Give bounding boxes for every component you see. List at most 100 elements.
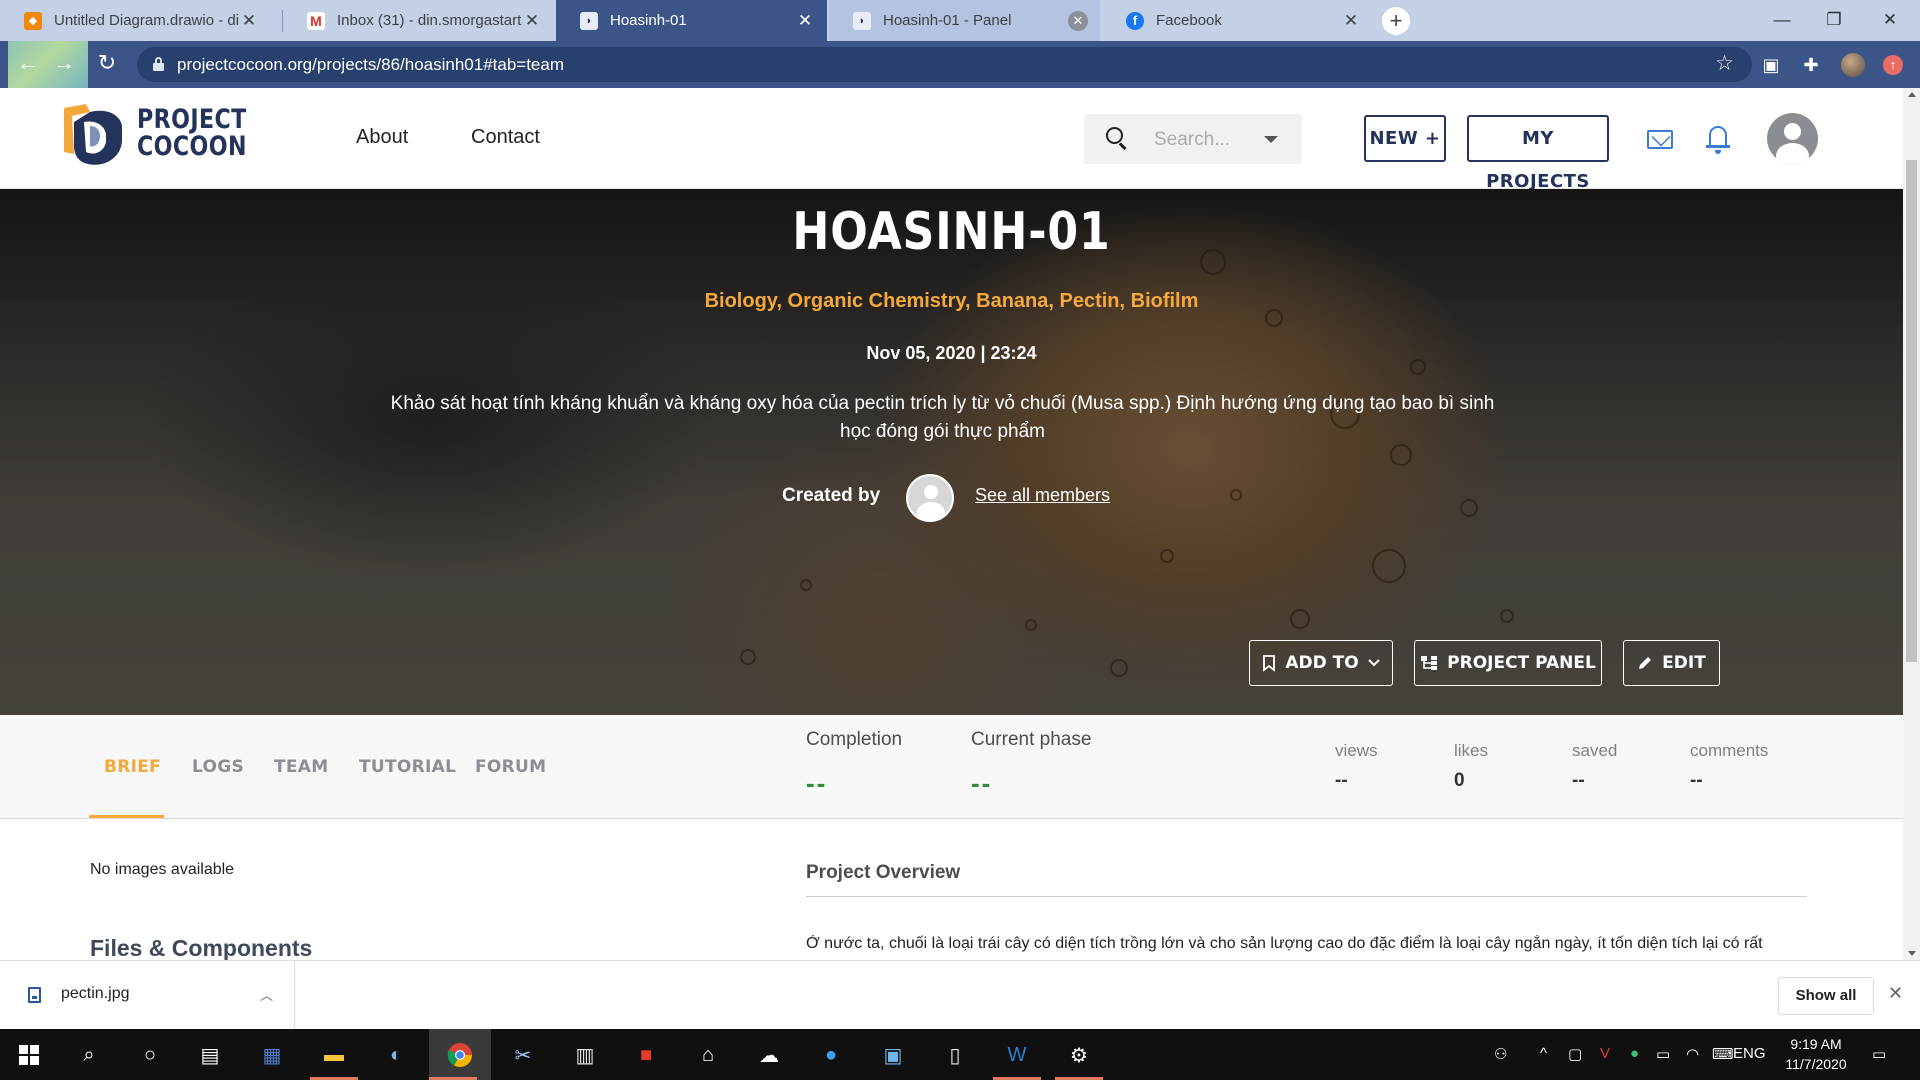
project-cocoon-logo[interactable]	[60, 102, 126, 170]
search-icon[interactable]: ⌕	[72, 1038, 106, 1072]
active-tab-indicator	[89, 815, 164, 818]
store-icon[interactable]: ⌂	[691, 1038, 725, 1072]
tab-team[interactable]: TEAM	[274, 757, 328, 777]
minimize-icon[interactable]: —	[1768, 6, 1796, 34]
download-item[interactable]: pectin.jpg ︿	[0, 961, 295, 1030]
browser-tab-hoasinh-panel[interactable]: ◗ Hoasinh-01 - Panel ✕	[829, 0, 1100, 41]
window-close-icon[interactable]: ✕	[1876, 6, 1904, 34]
tp-app-icon[interactable]: ■	[629, 1038, 663, 1072]
tab-logs[interactable]: LOGS	[192, 757, 244, 777]
chrome-icon[interactable]	[443, 1038, 477, 1072]
project-tags[interactable]: Biology, Organic Chemistry, Banana, Pect…	[0, 290, 1903, 313]
tab-tutorial[interactable]: TUTORIAL	[359, 757, 456, 777]
browser-tab-facebook[interactable]: f Facebook ✕	[1102, 0, 1373, 41]
extension-icon[interactable]: ▣	[1760, 54, 1782, 76]
tab-brief[interactable]: BRIEF	[104, 757, 161, 777]
download-file-name[interactable]: pectin.jpg	[61, 985, 130, 1003]
chevron-up-icon[interactable]: ^	[1540, 1045, 1547, 1062]
calculator-icon[interactable]: ▦	[255, 1038, 289, 1072]
paint-icon[interactable]: ◐	[379, 1038, 413, 1072]
browser-tab-hoasinh[interactable]: ◗ Hoasinh-01 ✕	[556, 0, 827, 41]
back-icon[interactable]: ←	[14, 49, 42, 77]
created-by-label: Created by	[782, 485, 881, 506]
tray-status-icon[interactable]: ●	[1630, 1045, 1639, 1062]
action-center-icon[interactable]: ▭	[1872, 1045, 1886, 1063]
search-input[interactable]: Search...	[1084, 114, 1302, 164]
restore-icon[interactable]: ❐	[1820, 6, 1848, 34]
profile-avatar-icon[interactable]	[1841, 53, 1865, 77]
system-clock[interactable]: 9:19 AM 11/7/2020	[1771, 1034, 1861, 1074]
search-dropdown-icon[interactable]	[1264, 136, 1278, 143]
settings-gear-icon[interactable]: ⚙	[1062, 1038, 1096, 1072]
nav-about[interactable]: About	[356, 126, 408, 149]
scroll-up-icon[interactable]	[1908, 92, 1916, 97]
add-to-button[interactable]: ADD TO	[1249, 640, 1393, 686]
close-download-bar-icon[interactable]: ✕	[1888, 983, 1903, 1004]
language-indicator[interactable]: ENG	[1733, 1045, 1766, 1062]
completion-value: --	[806, 768, 828, 798]
clock-date: 11/7/2020	[1785, 1056, 1847, 1072]
views-label: views	[1335, 741, 1378, 760]
my-projects-button[interactable]: MY PROJECTS	[1467, 115, 1609, 192]
color-drop-icon[interactable]: ●	[814, 1038, 848, 1072]
windows-start-icon[interactable]	[12, 1038, 46, 1072]
hero-overlay	[0, 189, 1903, 715]
close-tab-icon[interactable]: ✕	[522, 11, 542, 31]
creator-avatar[interactable]	[906, 474, 954, 522]
close-tab-icon[interactable]: ✕	[1341, 11, 1361, 31]
antivirus-icon[interactable]: V	[1600, 1045, 1610, 1062]
notes-app-icon[interactable]: ▥	[568, 1038, 602, 1072]
chevron-up-icon[interactable]: ︿	[260, 985, 273, 1004]
project-panel-button[interactable]: PROJECT PANEL	[1414, 640, 1602, 686]
cortana-icon[interactable]: ○	[133, 1038, 167, 1072]
page-scrollbar[interactable]	[1903, 88, 1920, 960]
tab-forum[interactable]: FORUM	[475, 757, 546, 777]
close-tab-icon[interactable]: ✕	[1068, 10, 1088, 31]
battery-icon[interactable]: ▭	[1656, 1045, 1670, 1063]
nav-contact[interactable]: Contact	[471, 126, 540, 149]
address-bar[interactable]: projectcocoon.org/projects/86/hoasinh01#…	[137, 47, 1752, 82]
file-explorer-icon[interactable]: ▬	[317, 1038, 351, 1072]
no-images-text: No images available	[90, 861, 235, 878]
tray-app-icon[interactable]: ▢	[1568, 1045, 1582, 1063]
forward-icon[interactable]: →	[50, 49, 78, 77]
onedrive-icon[interactable]: ☁	[752, 1038, 786, 1072]
close-tab-icon[interactable]: ✕	[795, 11, 815, 31]
windows-taskbar: ⌕ ○ ▤ ▦ ▬ ◐ ✂ ▥ ■ ⌂ ☁ ● ▣ ▯ W ⚙ ⚇ ^ ▢ V …	[0, 1029, 1920, 1080]
files-components-heading: Files & Components	[90, 935, 313, 961]
document-app-icon[interactable]: ▯	[938, 1038, 972, 1072]
see-all-members-link[interactable]: See all members	[975, 485, 1110, 506]
project-title: HOASINH-01	[792, 202, 1111, 262]
edit-button[interactable]: EDIT	[1623, 640, 1720, 686]
task-view-icon[interactable]: ▤	[193, 1038, 227, 1072]
snipping-tool-icon[interactable]: ✂	[506, 1038, 540, 1072]
people-icon[interactable]: ⚇	[1494, 1045, 1507, 1063]
likes-value: 0	[1454, 770, 1465, 791]
url-text[interactable]: projectcocoon.org/projects/86/hoasinh01#…	[177, 55, 564, 75]
new-button[interactable]: NEW +	[1364, 115, 1446, 162]
scrollbar-thumb[interactable]	[1906, 160, 1917, 662]
logo-wordmark[interactable]: PROJECT COCOON	[137, 106, 247, 160]
project-overview-heading: Project Overview	[806, 862, 961, 883]
word-icon[interactable]: W	[1000, 1038, 1034, 1072]
reload-icon[interactable]: ↻	[93, 49, 121, 77]
user-avatar[interactable]	[1767, 113, 1818, 164]
scroll-down-icon[interactable]	[1908, 951, 1916, 956]
saved-value: --	[1572, 770, 1585, 791]
network-app-icon[interactable]: ▣	[876, 1038, 910, 1072]
update-icon[interactable]: ↑	[1883, 55, 1903, 75]
close-tab-icon[interactable]: ✕	[239, 11, 259, 31]
extensions-puzzle-icon[interactable]: ✚	[1800, 54, 1822, 76]
mail-icon[interactable]	[1647, 130, 1673, 149]
browser-tab-gmail[interactable]: M Inbox (31) - din.smorgastarta ✕	[283, 0, 554, 41]
project-date: Nov 05, 2020	[866, 343, 976, 363]
wifi-icon[interactable]: ◠	[1686, 1045, 1699, 1063]
show-all-downloads-button[interactable]: Show all	[1778, 977, 1874, 1015]
browser-tab-drawio[interactable]: ◆ Untitled Diagram.drawio - dia ✕	[0, 0, 271, 41]
keyboard-icon[interactable]: ⌨	[1712, 1045, 1734, 1063]
bookmark-star-icon[interactable]: ☆	[1715, 51, 1734, 76]
new-tab-button[interactable]: +	[1382, 7, 1410, 35]
notification-bell-icon[interactable]	[1706, 126, 1730, 154]
lock-icon[interactable]	[153, 57, 164, 71]
chevron-down-icon	[1367, 659, 1380, 667]
